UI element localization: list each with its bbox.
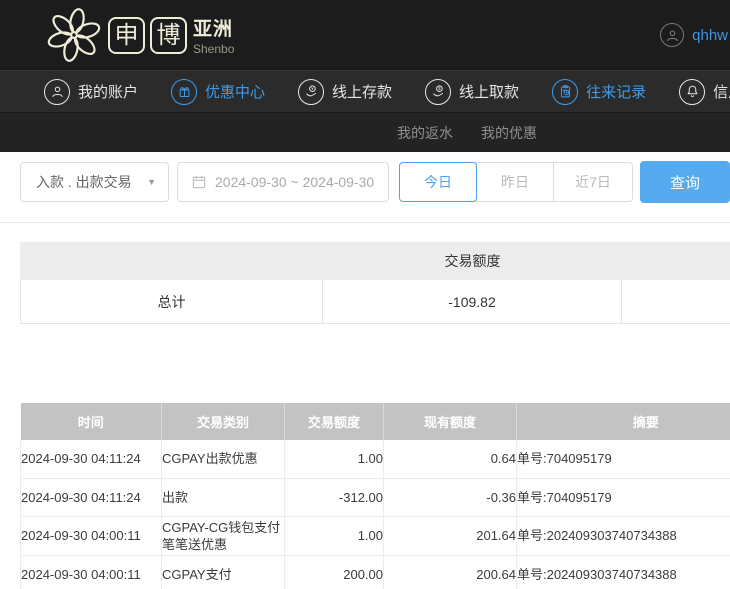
transactions-table: 时间 交易类别 交易额度 现有额度 摘要 2024-09-30 04:11:24…: [20, 403, 730, 589]
last7days-button[interactable]: 近7日: [553, 162, 633, 202]
chevron-down-icon: ▼: [147, 177, 156, 187]
nav-item-online-withdrawal[interactable]: $ 线上取款: [425, 79, 519, 105]
column-header-balance: 现有额度: [384, 403, 517, 440]
sub-navigation: 我的返水 我的优惠: [0, 113, 730, 152]
nav-item-transaction-records[interactable]: 往来记录: [552, 79, 646, 105]
table-row: 2024-09-30 04:11:24 CGPAY出款优惠 1.00 0.64 …: [21, 440, 730, 478]
summary-header-row: 交易额度: [20, 242, 730, 280]
date-range-value: 2024-09-30 ~ 2024-09-30: [215, 174, 374, 190]
cell-balance: -0.36: [384, 478, 517, 516]
column-header-time: 时间: [21, 403, 162, 440]
today-button[interactable]: 今日: [399, 162, 477, 202]
cell-type: CGPAY-CG钱包支付笔笔送优惠: [162, 516, 285, 555]
summary-amount-header: 交易额度: [323, 251, 622, 271]
nav-item-messages[interactable]: 信息: [679, 79, 730, 105]
cell-amount: 1.00: [285, 440, 384, 478]
yesterday-button[interactable]: 昨日: [476, 162, 554, 202]
table-row: 2024-09-30 04:00:11 CGPAY-CG钱包支付笔笔送优惠 1.…: [21, 516, 730, 555]
cell-balance: 201.64: [384, 516, 517, 555]
records-clipboard-icon: [552, 79, 578, 105]
username-text[interactable]: qhhw: [692, 27, 728, 44]
cell-time: 2024-09-30 04:11:24: [21, 440, 162, 478]
cell-type: 出款: [162, 478, 285, 516]
account-icon: [44, 79, 70, 105]
gift-icon: [171, 79, 197, 105]
nav-label: 往来记录: [586, 81, 646, 102]
column-header-amount: 交易额度: [285, 403, 384, 440]
brand-char-bo: 博: [150, 17, 187, 54]
cell-type: CGPAY支付: [162, 555, 285, 589]
summary-table: 交易额度 总计 -109.82: [20, 242, 730, 324]
main-navigation: 我的账户 优惠中心 ¥ 线上存款 $ 线上取款 往来记录 信息: [0, 70, 730, 113]
svg-text:¥: ¥: [311, 86, 314, 91]
svg-text:$: $: [438, 86, 441, 91]
column-header-summary: 摘要: [517, 403, 730, 440]
table-row: 2024-09-30 04:11:24 出款 -312.00 -0.36 单号:…: [21, 478, 730, 516]
cell-summary: 单号:202409303740734388: [517, 555, 730, 589]
cell-amount: -312.00: [285, 478, 384, 516]
top-brand-bar: 申 博 亚洲 Shenbo qhhw: [0, 0, 730, 70]
nav-item-my-account[interactable]: 我的账户: [44, 79, 138, 105]
subnav-item-my-rebate[interactable]: 我的返水: [397, 123, 453, 143]
user-area[interactable]: qhhw: [660, 0, 728, 70]
withdraw-coin-hand-icon: $: [425, 79, 451, 105]
summary-total-row: 总计 -109.82: [20, 280, 730, 324]
nav-label: 线上存款: [332, 81, 392, 102]
nav-label: 线上取款: [459, 81, 519, 102]
cell-time: 2024-09-30 04:11:24: [21, 478, 162, 516]
nav-label: 优惠中心: [205, 81, 265, 102]
deposit-coin-hand-icon: ¥: [298, 79, 324, 105]
cell-balance: 200.64: [384, 555, 517, 589]
brand-region: 亚洲 Shenbo: [193, 14, 234, 56]
brand-region-cn: 亚洲: [193, 14, 234, 41]
column-header-type: 交易类别: [162, 403, 285, 440]
cell-summary: 单号:704095179: [517, 440, 730, 478]
table-header-row: 时间 交易类别 交易额度 现有额度 摘要: [21, 403, 730, 440]
nav-item-promotions[interactable]: 优惠中心: [171, 79, 265, 105]
date-range-input[interactable]: 2024-09-30 ~ 2024-09-30: [177, 162, 389, 202]
brand-flower-icon: [45, 6, 103, 64]
user-avatar-icon: [660, 23, 684, 47]
subnav-item-my-promo[interactable]: 我的优惠: [481, 123, 537, 143]
table-row: 2024-09-30 04:00:11 CGPAY支付 200.00 200.6…: [21, 555, 730, 589]
cell-type: CGPAY出款优惠: [162, 440, 285, 478]
cell-summary: 单号:704095179: [517, 478, 730, 516]
brand-name-en: Shenbo: [193, 42, 234, 56]
nav-item-online-deposit[interactable]: ¥ 线上存款: [298, 79, 392, 105]
cell-time: 2024-09-30 04:00:11: [21, 516, 162, 555]
cell-summary: 单号:202409303740734388: [517, 516, 730, 555]
cell-time: 2024-09-30 04:00:11: [21, 555, 162, 589]
transaction-type-value: 入款 . 出款交易: [36, 172, 132, 192]
bell-icon: [679, 79, 705, 105]
summary-total-value: -109.82: [323, 280, 622, 323]
section-divider: [0, 222, 730, 223]
transaction-type-select[interactable]: 入款 . 出款交易 ▼: [20, 162, 169, 202]
summary-total-label: 总计: [21, 280, 323, 323]
nav-label: 信息: [713, 81, 730, 102]
nav-label: 我的账户: [78, 81, 138, 102]
cell-amount: 200.00: [285, 555, 384, 589]
quick-range-group: 今日 昨日 近7日: [399, 162, 633, 202]
calendar-icon: [191, 174, 207, 190]
search-button[interactable]: 查询: [640, 161, 730, 203]
cell-balance: 0.64: [384, 440, 517, 478]
brand-char-shen: 申: [108, 17, 145, 54]
cell-amount: 1.00: [285, 516, 384, 555]
filter-bar: 入款 . 出款交易 ▼ 2024-09-30 ~ 2024-09-30 今日 昨…: [0, 152, 730, 212]
